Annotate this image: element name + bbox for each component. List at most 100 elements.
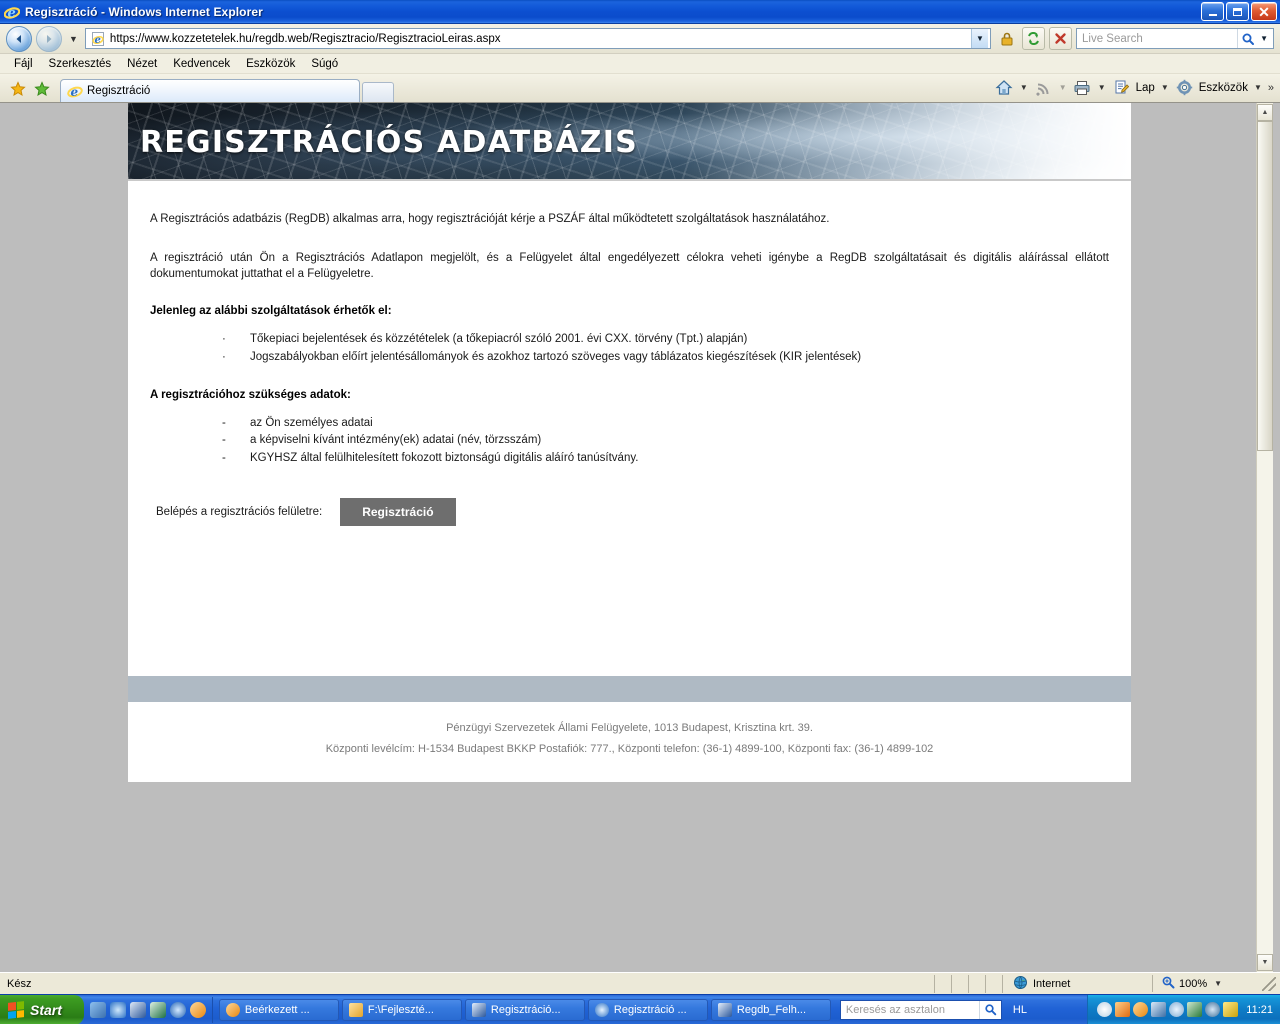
security-zone[interactable]: Internet	[1002, 974, 1152, 993]
menu-item-tools[interactable]: Eszközök	[238, 56, 303, 72]
page-icon: e	[90, 31, 106, 47]
menu-item-favorites[interactable]: Kedvencek	[165, 56, 238, 72]
word-icon[interactable]	[129, 1001, 146, 1018]
home-dropdown-icon[interactable]: ▼	[1017, 83, 1031, 92]
language-indicator[interactable]: HL	[1005, 1004, 1035, 1016]
volume-icon[interactable]	[1205, 1002, 1221, 1017]
search-icon[interactable]	[1237, 29, 1257, 48]
network-icon[interactable]	[1187, 1002, 1203, 1017]
command-bar: ▼ ▼ ▼ Lap ▼ Eszközök ▼ »	[993, 76, 1274, 99]
stop-icon[interactable]	[1049, 27, 1072, 50]
tools-menu-label[interactable]: Eszközök	[1197, 82, 1250, 94]
menu-item-edit[interactable]: Szerkesztés	[41, 56, 120, 72]
norton-icon[interactable]	[1151, 1002, 1167, 1017]
print-icon[interactable]	[1071, 76, 1094, 99]
services-list: · Tőkepiaci bejelentések és közzétételek…	[150, 331, 1109, 367]
url-dropdown-icon[interactable]: ▼	[971, 29, 988, 48]
status-bar: Kész Internet 100% ▼	[0, 972, 1280, 994]
registration-button[interactable]: Regisztráció	[340, 498, 456, 527]
url-text: https://www.kozzetetelek.hu/regdb.web/Re…	[109, 32, 501, 45]
task-button[interactable]: F:\Fejleszté...	[341, 998, 462, 1021]
list-item-label: az Ön személyes adatai	[250, 416, 373, 429]
tab-label: Regisztráció	[87, 85, 151, 97]
search-dropdown-icon[interactable]: ▼	[1257, 34, 1271, 43]
page-menu-icon[interactable]	[1110, 76, 1133, 99]
ie-page-icon: e	[67, 83, 83, 99]
back-button[interactable]	[6, 25, 32, 52]
page-menu-label[interactable]: Lap	[1134, 82, 1157, 94]
system-tray: 11:21	[1087, 994, 1280, 1024]
search-input[interactable]: Live Search	[1079, 33, 1237, 45]
outlook-icon[interactable]	[189, 1001, 206, 1018]
internet-explorer-icon[interactable]	[109, 1001, 126, 1018]
list-item-label: Jogszabályokban előírt jelentésállományo…	[250, 350, 862, 363]
star-icon[interactable]	[8, 79, 28, 99]
intro-paragraph-1: A Regisztrációs adatbázis (RegDB) alkalm…	[150, 213, 830, 225]
cd-icon[interactable]	[1097, 1002, 1113, 1017]
search-box[interactable]: Live Search ▼	[1076, 28, 1274, 49]
scroll-up-button[interactable]: ▲	[1257, 104, 1273, 121]
word-icon	[717, 1002, 732, 1017]
clock[interactable]: 11:21	[1246, 1004, 1273, 1016]
forward-button[interactable]	[36, 25, 62, 52]
media-player-icon[interactable]	[169, 1001, 186, 1018]
rss-icon[interactable]	[1032, 76, 1055, 99]
home-icon[interactable]	[993, 76, 1016, 99]
refresh-icon[interactable]	[1022, 27, 1045, 50]
zoom-dropdown-icon[interactable]: ▼	[1211, 979, 1225, 988]
resize-grip[interactable]	[1262, 976, 1276, 991]
task-button[interactable]: Regisztráció...	[464, 998, 585, 1021]
title-bar: e Regisztráció - Windows Internet Explor…	[0, 0, 1280, 24]
minimize-button[interactable]	[1201, 2, 1224, 21]
overflow-chevrons-icon[interactable]: »	[1268, 82, 1274, 94]
print-dropdown-icon[interactable]: ▼	[1095, 83, 1109, 92]
vertical-scrollbar[interactable]: ▲ ▼	[1256, 103, 1273, 972]
footer-line-1: Pénzügyi Szervezetek Állami Felügyelete,…	[446, 722, 813, 735]
folder-icon	[348, 1002, 363, 1017]
task-button[interactable]: Regdb_Felh...	[710, 998, 831, 1021]
safely-remove-icon[interactable]	[1115, 1002, 1131, 1017]
close-button[interactable]: ✕	[1251, 2, 1277, 21]
ssl-lock-icon[interactable]	[995, 27, 1018, 50]
menu-bar: Fájl Szerkesztés Nézet Kedvencek Eszközö…	[0, 54, 1280, 74]
tools-dropdown-icon[interactable]: ▼	[1251, 83, 1265, 92]
task-button[interactable]: Regisztráció ...	[587, 998, 708, 1021]
task-button[interactable]: Beérkezett ...	[218, 998, 339, 1021]
menu-item-view[interactable]: Nézet	[119, 56, 165, 72]
list-item-label: Tőkepiaci bejelentések és közzétételek (…	[250, 333, 748, 346]
rss-dropdown-icon: ▼	[1058, 83, 1067, 92]
security-zone-label: Internet	[1033, 977, 1071, 990]
excel-icon[interactable]	[149, 1001, 166, 1018]
add-star-icon[interactable]	[32, 79, 52, 99]
task-label: Regdb_Felh...	[736, 1003, 807, 1016]
quick-launch-bar	[84, 996, 213, 1023]
scroll-track[interactable]	[1257, 121, 1273, 954]
list-item-label: KGYHSZ által felülhitelesített fokozott …	[250, 452, 639, 465]
start-button[interactable]: Start	[0, 994, 84, 1024]
search-icon[interactable]	[978, 1000, 1001, 1019]
maximize-button[interactable]	[1226, 2, 1249, 21]
desktop-search-input[interactable]: Keresés az asztalon	[841, 1004, 979, 1016]
tab-regisztracio[interactable]: e Regisztráció	[60, 79, 360, 102]
history-dropdown-icon[interactable]: ▼	[66, 34, 81, 44]
menu-item-help[interactable]: Súgó	[303, 56, 346, 72]
outlook-tray-icon[interactable]	[1133, 1002, 1149, 1017]
list-item: - KGYHSZ által felülhitelesített fokozot…	[222, 450, 1109, 468]
required-list: - az Ön személyes adatai - a képviselni …	[150, 415, 1109, 468]
magnifier-icon[interactable]	[1169, 1002, 1185, 1017]
outlook-icon	[225, 1002, 240, 1017]
windows-flag-icon	[8, 1000, 24, 1019]
url-bar[interactable]: e https://www.kozzetetelek.hu/regdb.web/…	[84, 28, 991, 49]
zoom-control[interactable]: 100% ▼	[1152, 975, 1262, 992]
shield-icon[interactable]	[1223, 1002, 1239, 1017]
page-menu-dropdown-icon[interactable]: ▼	[1158, 83, 1172, 92]
new-tab-button[interactable]	[362, 82, 394, 102]
bullet-marker: ·	[222, 333, 226, 346]
scroll-down-button[interactable]: ▼	[1257, 954, 1273, 971]
menu-item-file[interactable]: Fájl	[6, 56, 41, 72]
show-desktop-icon[interactable]	[89, 1001, 106, 1018]
desktop-search-bar[interactable]: Keresés az asztalon	[839, 999, 1002, 1020]
gear-icon[interactable]	[1173, 76, 1196, 99]
scroll-thumb[interactable]	[1257, 121, 1273, 451]
